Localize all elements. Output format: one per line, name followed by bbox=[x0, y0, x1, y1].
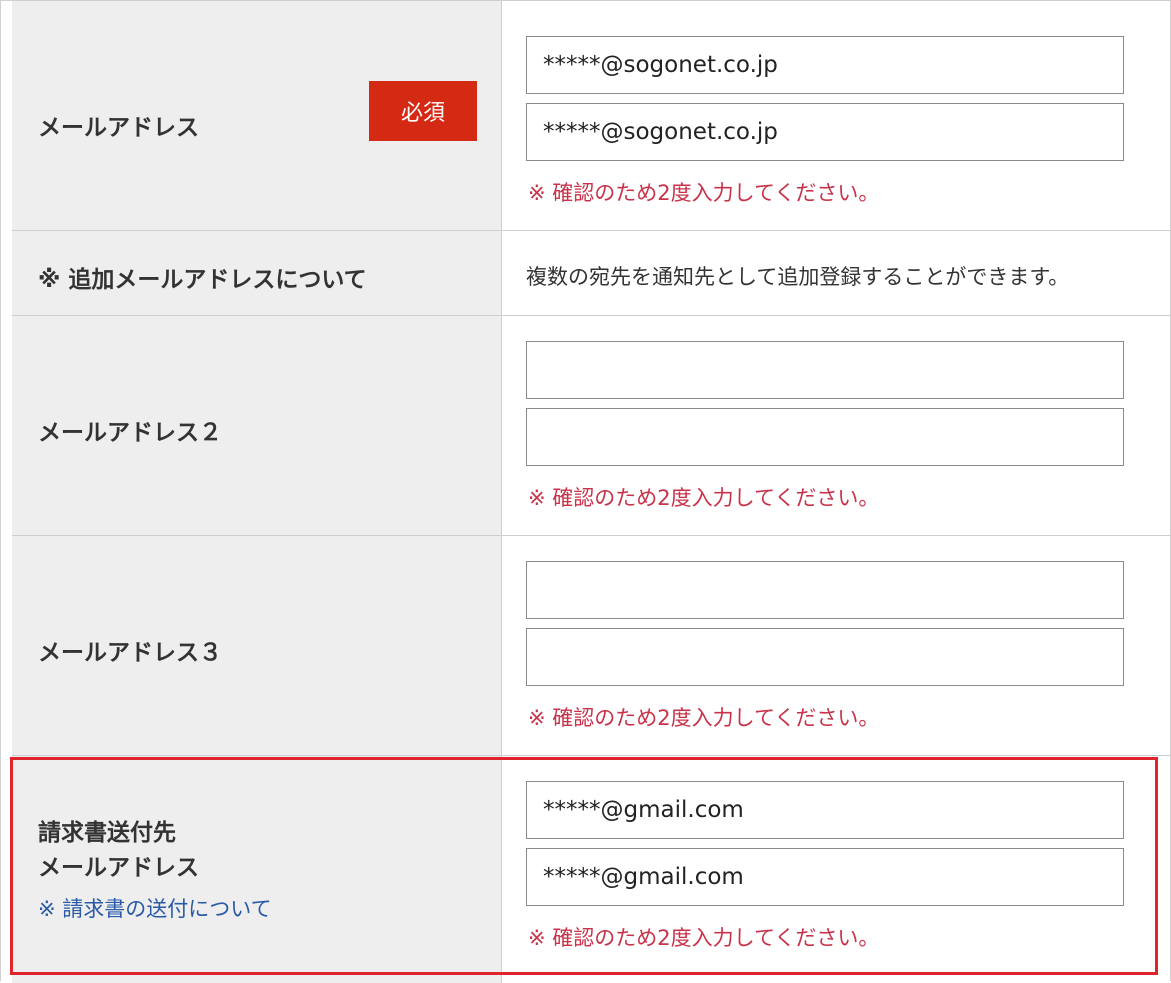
form-row-email2: メールアドレス２ ※ 確認のため2度入力してください。 bbox=[12, 315, 1170, 536]
invoice-delivery-link[interactable]: ※ 請求書の送付について bbox=[38, 893, 272, 923]
invoice-label-line1: 請求書送付先 bbox=[38, 820, 176, 846]
row-label-cell: 請求書送付先 メールアドレス ※ 請求書の送付について bbox=[12, 756, 502, 983]
email-input[interactable] bbox=[526, 36, 1124, 94]
email2-input[interactable] bbox=[526, 341, 1124, 399]
email2-confirm-note: ※ 確認のため2度入力してください。 bbox=[528, 486, 880, 510]
invoice-email-confirm-input[interactable] bbox=[526, 848, 1124, 906]
invoice-label-line2: メールアドレス bbox=[38, 855, 199, 881]
email3-label: メールアドレス３ bbox=[38, 640, 222, 666]
row-info-cell: 複数の宛先を通知先として追加登録することができます。 bbox=[502, 231, 1170, 316]
form-row-additional-info: ※ 追加メールアドレスについて 複数の宛先を通知先として追加登録することができま… bbox=[12, 230, 1170, 316]
email3-confirm-note: ※ 確認のため2度入力してください。 bbox=[528, 706, 880, 730]
invoice-email-input[interactable] bbox=[526, 781, 1124, 839]
email2-label: メールアドレス２ bbox=[38, 420, 222, 446]
row-input-cell: ※ 確認のため2度入力してください。 bbox=[502, 316, 1170, 536]
email-confirm-note: ※ 確認のため2度入力してください。 bbox=[528, 181, 880, 205]
email3-input[interactable] bbox=[526, 561, 1124, 619]
form-row-invoice-email: 請求書送付先 メールアドレス ※ 請求書の送付について ※ 確認のため2度入力し… bbox=[12, 755, 1170, 983]
row-label-cell: ※ 追加メールアドレスについて bbox=[12, 231, 502, 316]
additional-email-label: ※ 追加メールアドレスについて bbox=[38, 267, 367, 293]
email2-confirm-input[interactable] bbox=[526, 408, 1124, 466]
row-label-cell: メールアドレス 必須 bbox=[12, 1, 502, 231]
row-label-cell: メールアドレス３ bbox=[12, 536, 502, 756]
required-badge: 必須 bbox=[369, 81, 477, 141]
form-row-email3: メールアドレス３ ※ 確認のため2度入力してください。 bbox=[12, 535, 1170, 756]
invoice-confirm-note: ※ 確認のため2度入力してください。 bbox=[528, 926, 880, 950]
email-confirm-input[interactable] bbox=[526, 103, 1124, 161]
row-input-cell: ※ 確認のため2度入力してください。 bbox=[502, 536, 1170, 756]
form-row-email: メールアドレス 必須 ※ 確認のため2度入力してください。 bbox=[12, 0, 1170, 231]
email-label: メールアドレス bbox=[38, 115, 199, 141]
additional-email-info: 複数の宛先を通知先として追加登録することができます。 bbox=[526, 265, 1070, 289]
email3-confirm-input[interactable] bbox=[526, 628, 1124, 686]
row-input-cell: ※ 確認のため2度入力してください。 bbox=[502, 1, 1170, 231]
row-label-cell: メールアドレス２ bbox=[12, 316, 502, 536]
row-input-cell: ※ 確認のため2度入力してください。 bbox=[502, 756, 1170, 983]
